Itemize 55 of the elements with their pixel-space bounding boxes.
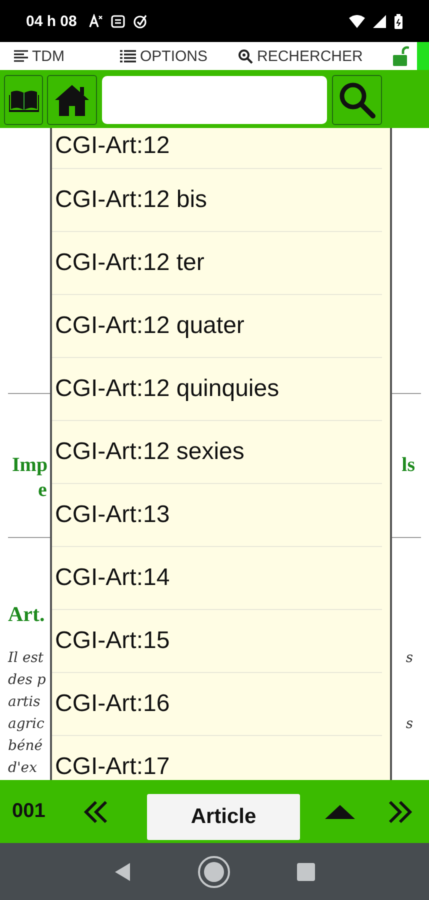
paragraph-text: d'ex	[8, 759, 37, 778]
paragraph-text: béné	[8, 737, 43, 756]
clock: 04 h 08	[26, 12, 77, 30]
dropdown-item[interactable]: CGI-Art:12 quater	[52, 295, 382, 358]
menu-button[interactable]: TDM	[14, 48, 120, 64]
heading-text: e	[38, 478, 47, 503]
double-right-chevron-icon	[386, 800, 414, 824]
up-button[interactable]	[324, 804, 356, 820]
lines-icon	[14, 50, 28, 62]
signal-icon	[373, 14, 386, 28]
paragraph-text: s	[406, 649, 413, 668]
paragraph-text: s	[406, 715, 413, 734]
book-icon	[8, 88, 38, 112]
book-button[interactable]	[4, 75, 43, 125]
recents-icon[interactable]	[296, 862, 314, 880]
text-size-icon	[88, 14, 103, 28]
heading-text: ls	[402, 453, 415, 478]
dropdown-item[interactable]: CGI-Art:16	[52, 673, 382, 736]
dropdown-item[interactable]: CGI-Art:12 sexies	[52, 421, 382, 484]
search-icon	[238, 48, 253, 64]
back-icon[interactable]	[114, 862, 130, 880]
paragraph-text: artis	[8, 693, 40, 712]
home-button[interactable]	[47, 75, 97, 125]
article-tab[interactable]: Article	[147, 794, 300, 840]
search-field[interactable]	[102, 76, 327, 124]
house-icon	[53, 83, 91, 117]
up-triangle-icon	[324, 804, 356, 820]
wifi-icon	[349, 14, 365, 28]
menu-bar-accent	[417, 42, 429, 70]
list-icon	[120, 50, 136, 62]
paragraph-text: des p	[8, 671, 46, 690]
heading-text: Imp	[12, 453, 48, 478]
next-button[interactable]	[386, 800, 414, 824]
dropdown-item[interactable]: CGI-Art:12	[52, 128, 382, 169]
previous-button[interactable]	[82, 800, 110, 824]
double-left-chevron-icon	[82, 800, 110, 824]
home-icon[interactable]	[196, 854, 230, 888]
message-icon	[110, 14, 125, 28]
paragraph-text: Il est	[8, 649, 44, 668]
battery-icon	[394, 14, 403, 28]
section-title: Art.	[8, 602, 45, 626]
menu-button[interactable]: RECHERCHER	[238, 48, 390, 64]
search-icon	[337, 80, 377, 120]
dropdown-item[interactable]: CGI-Art:13	[52, 484, 382, 547]
page-number: 001	[12, 800, 46, 823]
dropdown-item[interactable]: CGI-Art:12 quinquies	[52, 358, 382, 421]
dropdown-item[interactable]: CGI-Art:14	[52, 547, 382, 610]
dropdown-item[interactable]: CGI-Art:12 bis	[52, 169, 382, 232]
search-button[interactable]	[332, 75, 382, 125]
paragraph-text: agric	[8, 715, 44, 734]
dropdown-item[interactable]: CGI-Art:15	[52, 610, 382, 673]
menu-button[interactable]: OPTIONS	[120, 48, 238, 64]
check-circle-icon	[132, 14, 148, 28]
unlocked-icon[interactable]	[393, 46, 409, 66]
dropdown-item[interactable]: CGI-Art:12 ter	[52, 232, 382, 295]
